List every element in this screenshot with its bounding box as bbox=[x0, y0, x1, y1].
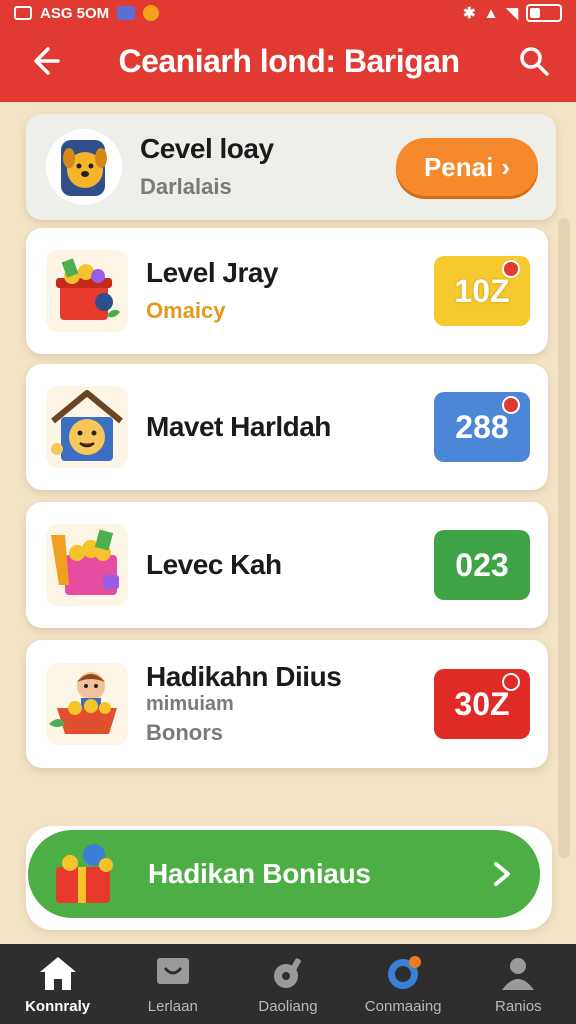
gift-box-icon bbox=[46, 250, 128, 332]
card-text: Levec Kah bbox=[146, 548, 434, 581]
score-value: 023 bbox=[455, 546, 509, 583]
list-item-level-3[interactable]: Mavet Harldah 288 bbox=[26, 364, 548, 490]
compass-icon bbox=[388, 955, 422, 989]
chevron-right-icon bbox=[494, 862, 510, 886]
card-title: Mavet Harldah bbox=[146, 410, 331, 442]
nav-item-explore[interactable]: Conmaaing bbox=[348, 954, 458, 1015]
list-item-level-5[interactable]: Hadikahn Diius mimuiam Bonors 30Z bbox=[26, 640, 548, 768]
bonus-button-label: Hadikan Boniaus bbox=[148, 858, 371, 889]
scrollbar[interactable] bbox=[558, 218, 570, 858]
bottom-navigation: Konnraly Lerlaan Daoliang Conmaaing Rani… bbox=[0, 944, 576, 1024]
score-badge: 10Z bbox=[434, 256, 530, 326]
status-right: ✱ ▲ ◥ bbox=[463, 4, 562, 22]
card-title: Levec Kah bbox=[146, 548, 282, 580]
search-icon bbox=[520, 47, 549, 76]
nav-item-tools[interactable]: Daoliang bbox=[233, 954, 343, 1015]
play-button[interactable]: Penai › bbox=[396, 138, 538, 196]
wifi-icon: ◥ bbox=[506, 5, 518, 22]
score-badge: 288 bbox=[434, 392, 530, 462]
card-text: Cevel loay Darlalais bbox=[140, 132, 396, 201]
back-button[interactable] bbox=[22, 39, 66, 83]
nav-item-messages[interactable]: Lerlaan bbox=[118, 954, 228, 1015]
nav-label: Conmaaing bbox=[364, 997, 442, 1015]
card-subtitle: Omaicy bbox=[146, 298, 226, 324]
score-value: 30Z bbox=[454, 685, 510, 722]
back-arrow-icon bbox=[34, 47, 60, 75]
card-text: Level Jray Omaicy bbox=[146, 256, 434, 325]
gift-basket-icon bbox=[56, 844, 113, 903]
boy-basket-icon bbox=[46, 663, 128, 745]
page-title: Ceaniarh lond: Barigan bbox=[118, 42, 460, 79]
score-value: 288 bbox=[455, 408, 509, 445]
notification-icon bbox=[14, 6, 32, 20]
bluetooth-icon: ✱ bbox=[463, 5, 476, 22]
nav-label: Daoliang bbox=[258, 997, 318, 1015]
notification-dot-icon bbox=[502, 673, 520, 691]
chevron-right-icon: › bbox=[501, 151, 511, 182]
status-left: ASG 5OM bbox=[14, 4, 160, 22]
card-subtitle-2: Bonors bbox=[146, 719, 223, 745]
profile-icon bbox=[502, 957, 535, 990]
nav-label: Ranios bbox=[494, 997, 542, 1015]
home-icon bbox=[39, 956, 76, 990]
card-title: Level Jray bbox=[146, 256, 279, 288]
nav-label: Lerlaan bbox=[147, 997, 198, 1015]
wrench-icon bbox=[273, 957, 301, 988]
app-header: ASG 5OM ✱ ▲ ◥ Ceaniarh lond: Barigan bbox=[0, 0, 576, 102]
score-badge: 30Z bbox=[434, 669, 530, 739]
list-item-level-2[interactable]: Level Jray Omaicy 10Z bbox=[26, 228, 548, 354]
notification-dot-icon bbox=[502, 260, 520, 278]
card-subtitle: Darlalais bbox=[140, 174, 232, 200]
list-item-level-4[interactable]: Levec Kah 023 bbox=[26, 502, 548, 628]
app-icon bbox=[117, 6, 136, 20]
notification-dot-icon bbox=[502, 396, 520, 414]
score-value: 10Z bbox=[454, 272, 510, 309]
nav-item-profile[interactable]: Ranios bbox=[463, 954, 573, 1015]
shield-icon bbox=[143, 5, 160, 21]
nav-item-home[interactable]: Konnraly bbox=[3, 954, 113, 1015]
bonus-button[interactable]: Hadikan Boniaus bbox=[28, 830, 540, 918]
title-bar: Ceaniarh lond: Barigan bbox=[0, 26, 576, 102]
nav-label: Konnraly bbox=[25, 997, 91, 1015]
card-text: Mavet Harldah bbox=[146, 410, 434, 443]
search-button[interactable] bbox=[512, 39, 556, 83]
card-text: Hadikahn Diius mimuiam Bonors bbox=[146, 661, 434, 746]
treasure-bag-icon bbox=[46, 524, 128, 606]
card-subtitle: mimuiam bbox=[146, 692, 234, 715]
house-bear-icon bbox=[46, 386, 128, 468]
dog-avatar-icon bbox=[46, 129, 122, 205]
play-button-label: Penai bbox=[423, 151, 494, 182]
card-title: Hadikahn Diius bbox=[146, 661, 342, 693]
status-bar: ASG 5OM ✱ ▲ ◥ bbox=[0, 0, 576, 26]
battery-icon bbox=[526, 4, 562, 22]
status-text: ASG 5OM bbox=[40, 4, 110, 22]
signal-icon: ▲ bbox=[483, 4, 499, 22]
bonus-banner: Hadikan Boniaus bbox=[26, 826, 552, 930]
card-title: Cevel loay bbox=[140, 132, 274, 164]
list-item-level-1[interactable]: Cevel loay Darlalais Penai › bbox=[26, 114, 556, 220]
chat-icon bbox=[156, 957, 189, 984]
score-badge: 023 bbox=[434, 530, 530, 600]
